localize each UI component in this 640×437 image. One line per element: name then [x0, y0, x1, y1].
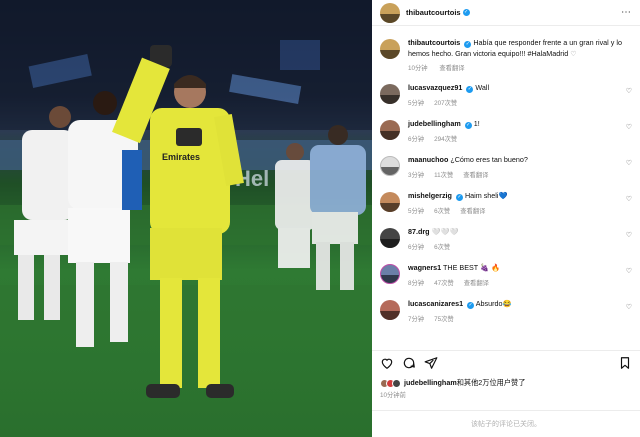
comment-username[interactable]: maanuchoo [408, 155, 448, 164]
caption-username[interactable]: thibautcourtois [408, 38, 460, 47]
bookmark-icon[interactable] [618, 356, 632, 370]
likes-summary[interactable]: judebellingham和其他2万位用户赞了 [380, 378, 525, 388]
post-time: 10分钟前 [380, 392, 406, 399]
likes-text: 和其他2万位用户赞了 [456, 378, 526, 387]
comment-likes[interactable]: 11次赞 [434, 172, 453, 179]
ellipsis-icon[interactable]: ⋯ [621, 7, 632, 18]
comment-item: wagners1 THE BEST 🍇 🔥 8分钟 47次赞 查看翻译 ♡ [380, 263, 632, 287]
comment-text: THE BEST 🍇 🔥 [443, 263, 500, 272]
comment-item: mishelgerzig ✓ Haim sheli💙 5分钟 6次赞 查看翻译 ♡ [380, 191, 632, 215]
comment-icon[interactable] [402, 356, 416, 370]
comment-text: Wall [475, 83, 490, 92]
like-heart-icon[interactable]: ♡ [626, 87, 632, 95]
comment-time: 3分钟 [408, 171, 425, 179]
players-right [275, 125, 366, 290]
like-heart-icon[interactable]: ♡ [626, 159, 632, 167]
like-heart-icon[interactable]: ♡ [626, 195, 632, 203]
comment-username[interactable]: wagners1 [408, 263, 441, 272]
comment-username[interactable]: mishelgerzig [408, 191, 452, 200]
avatar[interactable] [380, 300, 400, 320]
caption: thibautcourtois ✓ Había que responder fr… [380, 38, 632, 72]
avatar[interactable] [380, 84, 400, 104]
comment-time: 6分钟 [408, 243, 425, 251]
like-heart-icon[interactable]: ♡ [626, 231, 632, 239]
avatar[interactable] [380, 39, 400, 59]
comment-username[interactable]: 87.drg [408, 227, 430, 236]
see-translation-link[interactable]: 查看翻译 [460, 208, 485, 215]
like-heart-icon[interactable]: ♡ [626, 123, 632, 131]
comment-item: lucasvazquez91 ✓ Wall 5分钟 207次赞 ♡ [380, 83, 632, 107]
author-username[interactable]: thibautcourtois [406, 8, 461, 17]
verified-icon: ✓ [464, 122, 472, 129]
comment-username[interactable]: judebellingham [408, 119, 461, 128]
see-translation-link[interactable]: 查看翻译 [439, 65, 464, 72]
verified-icon: ✓ [462, 9, 470, 16]
comment-time: 5分钟 [408, 207, 425, 215]
see-translation-link[interactable]: 查看翻译 [464, 280, 489, 287]
comment-likes[interactable]: 294次赞 [434, 136, 457, 143]
comment-likes[interactable]: 207次赞 [434, 100, 457, 107]
heart-outline-icon: ♡ [570, 48, 577, 58]
like-heart-icon[interactable]: ♡ [626, 303, 632, 311]
comment-likes[interactable]: 6次赞 [434, 244, 450, 251]
comment-item: maanuchoo ¿Cómo eres tan bueno? 3分钟 11次赞 查… [380, 155, 632, 179]
post-panel: thibautcourtois ✓ ⋯ thibautcourtois ✓ Ha… [372, 0, 640, 437]
verified-icon: ✓ [455, 194, 463, 201]
comment-username[interactable]: lucasvazquez91 [408, 83, 462, 92]
avatar[interactable] [380, 264, 400, 284]
comment-username[interactable]: lucascanizares1 [408, 299, 463, 308]
avatar[interactable] [380, 156, 400, 176]
see-translation-link[interactable]: 查看翻译 [463, 172, 488, 179]
photo-illustration: Hel Emirates [0, 0, 372, 398]
avatar[interactable] [380, 120, 400, 140]
likes-username[interactable]: judebellingham [404, 378, 457, 387]
comment-time: 8分钟 [408, 279, 425, 287]
post-header: thibautcourtois ✓ ⋯ [372, 0, 640, 26]
comment-likes[interactable]: 75次赞 [434, 316, 454, 323]
liker-avatar [392, 378, 401, 388]
avatar[interactable] [380, 192, 400, 212]
comment-time: 7分钟 [408, 315, 425, 323]
avatar[interactable] [380, 228, 400, 248]
comment-likes[interactable]: 6次赞 [434, 208, 450, 215]
comment-text: 🤍🤍🤍 [431, 227, 459, 236]
comment-text: Haim sheli💙 [464, 191, 508, 200]
comment-time: 6分钟 [408, 135, 425, 143]
verified-icon: ✓ [466, 86, 474, 93]
caption-time: 10分钟 [408, 65, 428, 72]
verified-icon: ✓ [464, 41, 472, 48]
comment-item: 87.drg 🤍🤍🤍 6分钟 6次赞 ♡ [380, 227, 632, 251]
comments-closed-notice: 该帖子的评论已关闭。 [372, 410, 640, 437]
verified-icon: ✓ [467, 302, 475, 309]
author-avatar[interactable] [380, 2, 400, 23]
comment-likes[interactable]: 47次赞 [434, 280, 454, 287]
heart-icon[interactable] [380, 356, 394, 370]
svg-text:Emirates: Emirates [162, 152, 200, 162]
comment-item: lucascanizares1 ✓ Absurdo😂 7分钟 75次赞 ♡ [380, 299, 632, 323]
like-heart-icon[interactable]: ♡ [626, 267, 632, 275]
action-bar [380, 356, 632, 372]
comment-text: ¿Cómo eres tan bueno? [450, 155, 528, 164]
actions-divider [372, 350, 640, 351]
post-photo: Hel Emirates [0, 0, 372, 437]
comment-text: Absurdo😂 [475, 299, 512, 308]
comment-text: 1! [473, 119, 480, 128]
comment-item: judebellingham ✓ 1! 6分钟 294次赞 ♡ [380, 119, 632, 143]
comment-time: 5分钟 [408, 99, 425, 107]
share-icon[interactable] [424, 356, 438, 370]
